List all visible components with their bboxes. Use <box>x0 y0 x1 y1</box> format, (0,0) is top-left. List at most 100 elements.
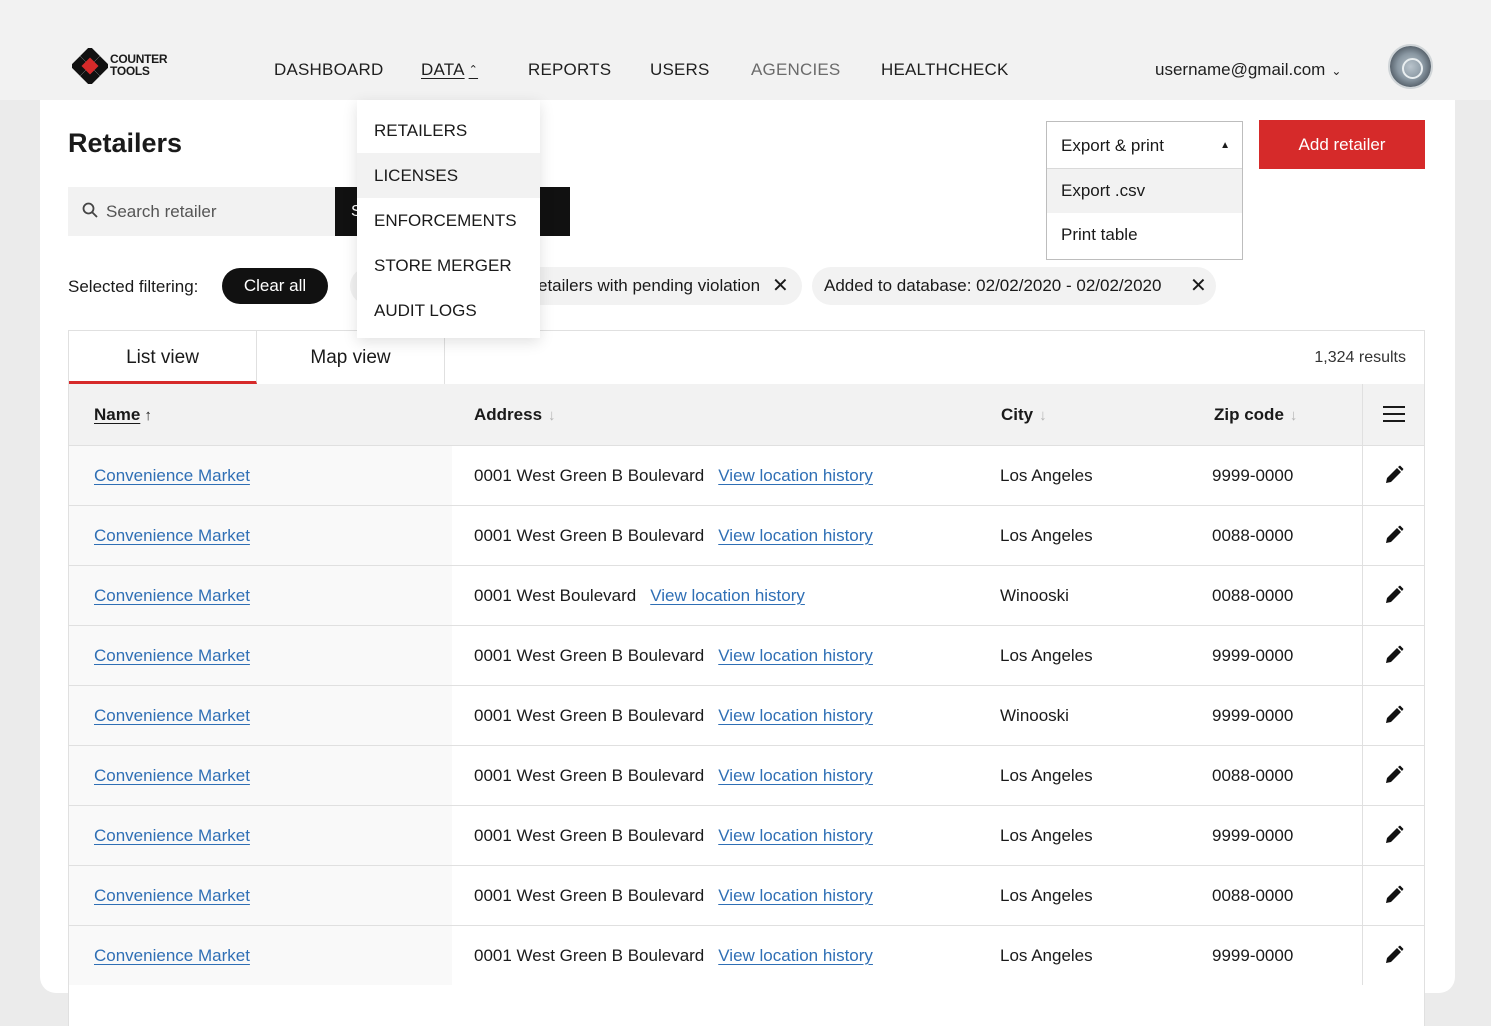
zip-cell: 9999-0000 <box>1212 466 1294 485</box>
view-location-history-link[interactable]: View location history <box>718 526 873 545</box>
search-input[interactable] <box>106 187 366 236</box>
column-name-label: Name <box>94 405 141 424</box>
edit-button[interactable] <box>1362 566 1424 625</box>
address-cell: 0001 West Boulevard View location history <box>474 586 805 606</box>
add-retailer-button[interactable]: Add retailer <box>1259 120 1425 169</box>
column-header-city[interactable]: City ↓ <box>1001 405 1047 425</box>
view-location-history-link[interactable]: View location history <box>718 706 873 725</box>
table-row: Convenience Market 0001 West Green B Boul… <box>69 805 1424 865</box>
pencil-icon <box>1386 585 1404 603</box>
retailer-name-link[interactable]: Convenience Market <box>94 826 250 846</box>
menu-item-audit-logs[interactable]: AUDIT LOGS <box>357 288 540 333</box>
nav-agencies[interactable]: AGENCIES <box>751 60 840 80</box>
retailer-name-link[interactable]: Convenience Market <box>94 646 250 666</box>
address-cell: 0001 West Green B Boulevard View location… <box>474 826 873 846</box>
retailer-name-link[interactable]: Convenience Market <box>94 466 250 486</box>
edit-button[interactable] <box>1362 926 1424 985</box>
nav-users[interactable]: USERS <box>650 60 710 80</box>
table-row: Convenience Market 0001 West Green B Boul… <box>69 745 1424 805</box>
table-row: Convenience Market 0001 West Green B Boul… <box>69 685 1424 745</box>
retailer-name-link[interactable]: Convenience Market <box>94 526 250 546</box>
retailer-name-link[interactable]: Convenience Market <box>94 586 250 606</box>
edit-button[interactable] <box>1362 686 1424 745</box>
zip-cell: 0088-0000 <box>1212 526 1294 545</box>
nav-dashboard[interactable]: DASHBOARD <box>274 60 384 80</box>
name-cell: Convenience Market <box>69 746 452 805</box>
edit-button[interactable] <box>1362 806 1424 865</box>
column-header-address[interactable]: Address ↓ <box>474 405 556 425</box>
column-city-label: City <box>1001 405 1034 424</box>
view-location-history-link[interactable]: View location history <box>718 826 873 845</box>
close-icon[interactable]: ✕ <box>1190 267 1207 305</box>
edit-button[interactable] <box>1362 746 1424 805</box>
address-text: 0001 West Green B Boulevard <box>474 646 705 665</box>
view-location-history-link[interactable]: View location history <box>650 586 805 605</box>
print-table-option[interactable]: Print table <box>1047 213 1242 257</box>
export-csv-option[interactable]: Export .csv <box>1047 169 1242 213</box>
address-text: 0001 West Green B Boulevard <box>474 946 705 965</box>
retailer-name-link[interactable]: Convenience Market <box>94 766 250 786</box>
export-print-select[interactable]: Export & print ▲ <box>1047 122 1242 169</box>
table-header: Name ↑ Address ↓ City ↓ Zip code ↓ <box>69 384 1424 445</box>
pencil-icon <box>1386 705 1404 723</box>
menu-item-store-merger[interactable]: STORE MERGER <box>357 243 540 288</box>
city-cell: Los Angeles <box>1000 886 1093 905</box>
menu-item-licenses[interactable]: LICENSES <box>357 153 540 198</box>
zip-cell: 9999-0000 <box>1212 646 1294 665</box>
city-cell: Winooski <box>1000 586 1069 605</box>
edit-button[interactable] <box>1362 446 1424 505</box>
retailer-name-link[interactable]: Convenience Market <box>94 706 250 726</box>
tab-map-view[interactable]: Map view <box>257 331 445 384</box>
avatar[interactable] <box>1388 44 1433 89</box>
name-cell: Convenience Market <box>69 566 452 625</box>
retailer-name-link[interactable]: Convenience Market <box>94 946 250 966</box>
nav-data[interactable]: DATA ⌃ <box>421 60 478 80</box>
user-menu[interactable]: username@gmail.com ⌄ <box>1155 60 1341 80</box>
zip-cell: 9999-0000 <box>1212 706 1294 725</box>
top-navigation-bar <box>40 0 1455 100</box>
tab-list-view[interactable]: List view <box>69 331 257 384</box>
sort-arrow-icon: ↓ <box>1039 407 1047 424</box>
city-cell: Los Angeles <box>1000 946 1093 965</box>
address-text: 0001 West Green B Boulevard <box>474 886 705 905</box>
address-cell: 0001 West Green B Boulevard View location… <box>474 466 873 486</box>
pencil-icon <box>1386 645 1404 663</box>
pencil-icon <box>1386 945 1404 963</box>
table-row: Convenience Market 0001 West Green B Boul… <box>69 865 1424 925</box>
edit-button[interactable] <box>1362 866 1424 925</box>
retailer-name-link[interactable]: Convenience Market <box>94 886 250 906</box>
column-header-name[interactable]: Name ↑ <box>94 405 152 425</box>
edit-button[interactable] <box>1362 626 1424 685</box>
address-text: 0001 West Boulevard <box>474 586 637 605</box>
sort-arrow-icon: ↓ <box>1289 407 1298 424</box>
view-location-history-link[interactable]: View location history <box>718 646 873 665</box>
view-location-history-link[interactable]: View location history <box>718 466 873 485</box>
nav-reports[interactable]: REPORTS <box>528 60 611 80</box>
menu-item-retailers[interactable]: RETAILERS <box>357 108 540 153</box>
menu-icon <box>1383 406 1405 422</box>
chevron-down-icon: ⌄ <box>1331 64 1342 78</box>
clear-all-button[interactable]: Clear all <box>222 268 328 304</box>
column-header-zip[interactable]: Zip code ↓ <box>1214 405 1297 425</box>
view-location-history-link[interactable]: View location history <box>718 886 873 905</box>
filter-label: Selected filtering: <box>68 277 199 296</box>
page-title: Retailers <box>68 128 183 158</box>
results-count: 1,324 results <box>1314 349 1406 366</box>
edit-button[interactable] <box>1362 506 1424 565</box>
menu-item-enforcements[interactable]: ENFORCEMENTS <box>357 198 540 243</box>
pencil-icon <box>1386 825 1404 843</box>
counter-tools-logo[interactable]: COUNTER TOOLS <box>72 48 168 84</box>
column-settings-button[interactable] <box>1362 384 1424 445</box>
zip-cell: 9999-0000 <box>1212 826 1294 845</box>
nav-healthcheck[interactable]: HEALTHCHECK <box>881 60 1009 80</box>
name-cell: Convenience Market <box>69 926 452 985</box>
view-location-history-link[interactable]: View location history <box>718 766 873 785</box>
export-print-label: Export & print <box>1061 136 1164 155</box>
name-cell: Convenience Market <box>69 506 452 565</box>
view-location-history-link[interactable]: View location history <box>718 946 873 965</box>
logo-mark-icon <box>72 48 108 84</box>
close-icon[interactable]: ✕ <box>772 267 789 305</box>
address-cell: 0001 West Green B Boulevard View location… <box>474 946 873 966</box>
column-address-label: Address <box>474 405 543 424</box>
sort-arrow-icon: ↓ <box>548 407 556 424</box>
